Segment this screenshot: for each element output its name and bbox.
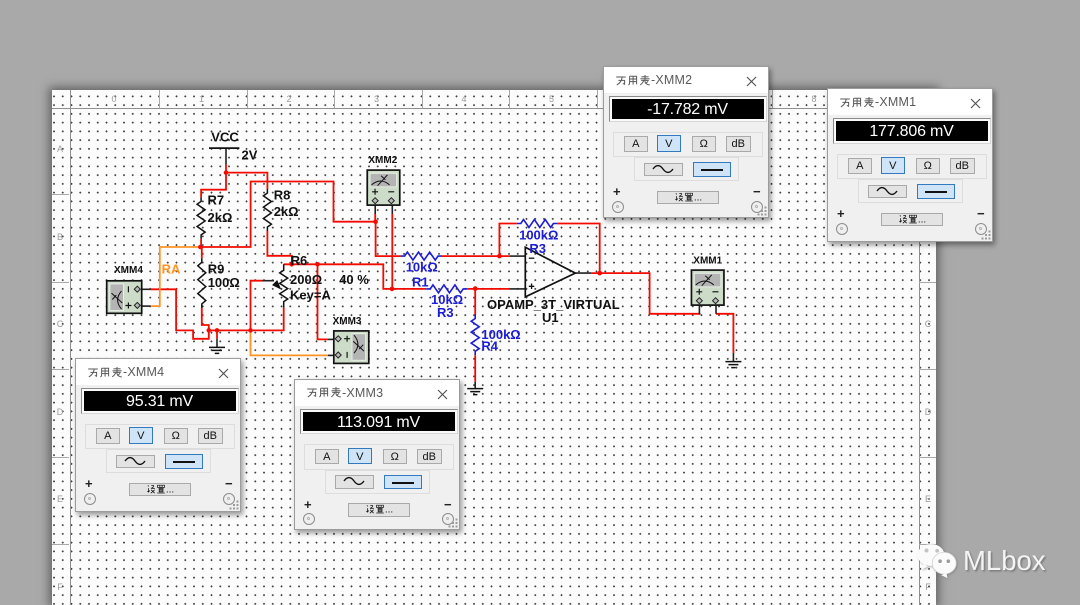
svg-text:RA: RA xyxy=(162,262,181,277)
svg-text:Key=A: Key=A xyxy=(290,288,331,303)
svg-text:40 %: 40 % xyxy=(339,272,369,287)
svg-text:R4: R4 xyxy=(481,339,498,354)
svg-text:2kΩ: 2kΩ xyxy=(208,210,233,225)
svg-text:R7: R7 xyxy=(208,193,225,208)
svg-text:XMM4: XMM4 xyxy=(114,265,143,276)
svg-text:200Ω: 200Ω xyxy=(290,272,322,287)
svg-text:U1: U1 xyxy=(542,310,559,325)
svg-text:R3: R3 xyxy=(529,241,546,256)
svg-text:10kΩ: 10kΩ xyxy=(406,260,438,275)
svg-text:XMM1: XMM1 xyxy=(693,255,722,266)
svg-text:XMM2: XMM2 xyxy=(368,155,397,166)
svg-text:2kΩ: 2kΩ xyxy=(274,204,299,219)
svg-text:XMM3: XMM3 xyxy=(333,316,362,327)
svg-text:R3: R3 xyxy=(437,305,454,320)
svg-text:R8: R8 xyxy=(274,187,291,202)
svg-text:2V: 2V xyxy=(242,148,258,163)
svg-text:R6: R6 xyxy=(291,253,308,268)
svg-text:100Ω: 100Ω xyxy=(208,275,240,290)
svg-text:VCC: VCC xyxy=(211,130,239,145)
svg-text:R1: R1 xyxy=(412,275,429,290)
